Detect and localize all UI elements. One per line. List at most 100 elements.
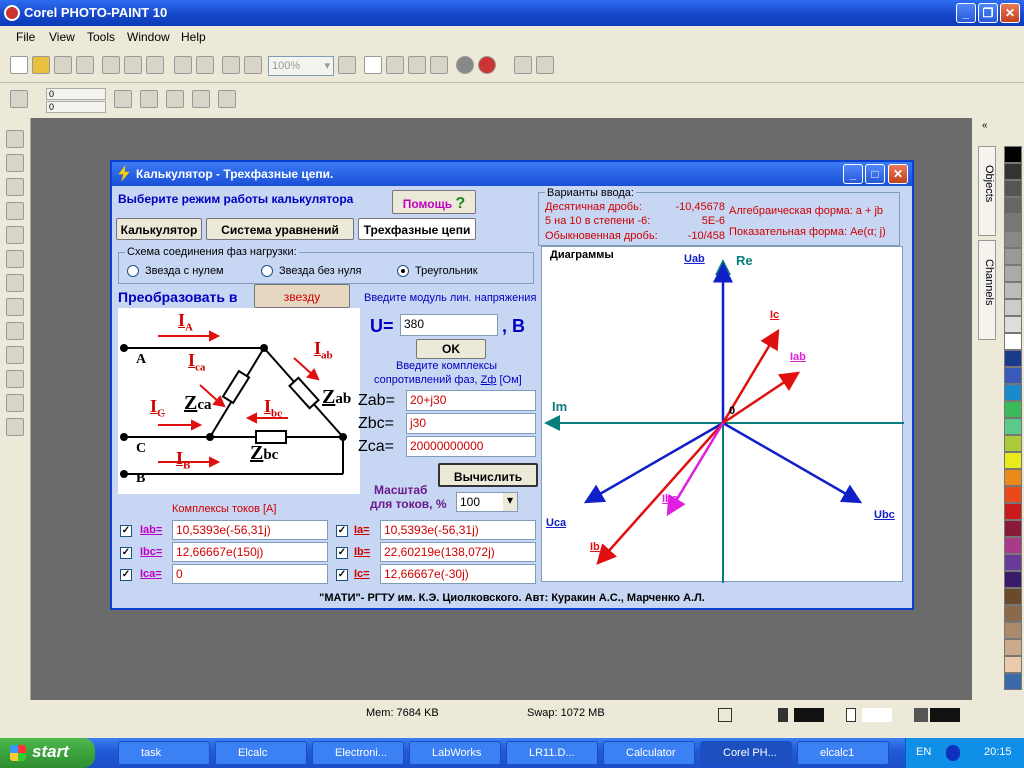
palette-swatch[interactable] [1004, 384, 1022, 401]
voltage-input[interactable]: 380 [400, 314, 498, 336]
task-labworks[interactable]: LabWorks [409, 741, 501, 765]
iab-label[interactable]: Iab= [140, 524, 162, 536]
tools-icon[interactable] [514, 56, 532, 74]
text-tool-icon[interactable] [6, 322, 24, 340]
pos-x-field[interactable]: 0 [46, 88, 106, 100]
docker-collapse-icon[interactable]: « [982, 120, 988, 131]
dialog-minimize-button[interactable]: _ [843, 164, 863, 184]
palette-swatch[interactable] [1004, 571, 1022, 588]
print-icon[interactable] [76, 56, 94, 74]
ok-button[interactable]: OK [416, 339, 486, 359]
scale-select[interactable]: 100 ▾ [456, 492, 518, 512]
import-icon[interactable] [222, 56, 240, 74]
save-icon[interactable] [54, 56, 72, 74]
palette-swatch[interactable] [1004, 146, 1022, 163]
undo-icon[interactable] [174, 56, 192, 74]
ic-label[interactable]: Ic= [354, 568, 370, 580]
crop-tool-icon[interactable] [6, 202, 24, 220]
palette-swatch[interactable] [1004, 282, 1022, 299]
palette-swatch[interactable] [1004, 673, 1022, 690]
effect-tool-icon[interactable] [6, 394, 24, 412]
palette-swatch[interactable] [1004, 316, 1022, 333]
palette-swatch[interactable] [1004, 197, 1022, 214]
skew-icon[interactable] [140, 90, 158, 108]
palette-swatch[interactable] [1004, 231, 1022, 248]
palette-swatch[interactable] [1004, 503, 1022, 520]
task-electroni[interactable]: Electroni... [312, 741, 404, 765]
menu-help[interactable]: Help [181, 30, 206, 44]
palette-swatch[interactable] [1004, 418, 1022, 435]
radio-star-no-neutral[interactable] [261, 265, 273, 277]
convert-button[interactable]: звезду [254, 284, 350, 308]
zab-input[interactable]: 20+j30 [406, 390, 536, 411]
menu-file[interactable]: File [16, 30, 35, 44]
mask-magic-icon[interactable] [408, 56, 426, 74]
clone-tool-icon[interactable] [6, 418, 24, 436]
cut-icon[interactable] [102, 56, 120, 74]
task-calculator[interactable]: Calculator [603, 741, 695, 765]
fill-tool-icon[interactable] [6, 346, 24, 364]
new-icon[interactable] [10, 56, 28, 74]
ia-label[interactable]: Ia= [354, 524, 370, 536]
close-button[interactable]: ✕ [1000, 3, 1020, 23]
palette-swatch[interactable] [1004, 469, 1022, 486]
channels-tab[interactable]: Channels [978, 240, 996, 340]
distort-icon[interactable] [192, 90, 210, 108]
calculate-button[interactable]: Вычислить [438, 463, 538, 487]
dialog-maximize-button[interactable]: □ [865, 164, 885, 184]
checkbox-ib[interactable]: ✓ [336, 547, 348, 559]
zbc-input[interactable]: j30 [406, 413, 536, 434]
full-screen-icon[interactable] [338, 56, 356, 74]
menu-tools[interactable]: Tools [87, 30, 115, 44]
help-button[interactable]: Помощь ? [392, 190, 476, 214]
rotate-icon[interactable] [166, 90, 184, 108]
palette-swatch[interactable] [1004, 163, 1022, 180]
ica-label[interactable]: Ica= [140, 568, 162, 580]
tab-equation-system[interactable]: Система уравнений [206, 218, 354, 240]
lasso-tool-icon[interactable] [6, 178, 24, 196]
palette-swatch[interactable] [1004, 214, 1022, 231]
restore-button[interactable]: ❐ [978, 3, 998, 23]
palette-swatch[interactable] [1004, 486, 1022, 503]
checkbox-ia[interactable]: ✓ [336, 525, 348, 537]
palette-swatch[interactable] [1004, 537, 1022, 554]
dialog-close-button[interactable]: ✕ [888, 164, 908, 184]
palette-swatch[interactable] [1004, 435, 1022, 452]
palette-swatch[interactable] [1004, 248, 1022, 265]
minimize-button[interactable]: _ [956, 3, 976, 23]
language-indicator[interactable]: EN [916, 746, 931, 758]
checkbox-iab[interactable]: ✓ [120, 525, 132, 537]
whats-this-icon[interactable] [536, 56, 554, 74]
palette-swatch[interactable] [1004, 299, 1022, 316]
checkbox-ica[interactable]: ✓ [120, 569, 132, 581]
checkbox-ic[interactable]: ✓ [336, 569, 348, 581]
palette-swatch[interactable] [1004, 350, 1022, 367]
menu-window[interactable]: Window [127, 30, 170, 44]
mask-rect-icon[interactable] [364, 56, 382, 74]
task-elcalc[interactable]: Elcalc [215, 741, 307, 765]
ib-label[interactable]: Ib= [354, 546, 370, 558]
paint-tool-icon[interactable] [6, 370, 24, 388]
menu-view[interactable]: View [49, 30, 75, 44]
task-lr11[interactable]: LR11.D... [506, 741, 598, 765]
info-icon[interactable] [456, 56, 474, 74]
palette-swatch[interactable] [1004, 622, 1022, 639]
mask-dotted-icon[interactable] [386, 56, 404, 74]
pos-y-field[interactable]: 0 [46, 101, 106, 113]
task-elcalc1[interactable]: elcalc1 [797, 741, 889, 765]
start-button[interactable]: start [0, 738, 95, 768]
palette-swatch[interactable] [1004, 452, 1022, 469]
palette-swatch[interactable] [1004, 265, 1022, 282]
copy-icon[interactable] [124, 56, 142, 74]
bluetooth-icon[interactable] [946, 745, 960, 761]
move-icon[interactable] [10, 90, 28, 108]
rectangle-tool-icon[interactable] [6, 298, 24, 316]
objects-tab[interactable]: Objects [978, 146, 996, 236]
paste-icon[interactable] [146, 56, 164, 74]
pick-tool-icon[interactable] [6, 130, 24, 148]
open-icon[interactable] [32, 56, 50, 74]
ibc-label[interactable]: Ibc= [140, 546, 162, 558]
task-task[interactable]: task [118, 741, 210, 765]
radio-triangle[interactable] [397, 265, 409, 277]
checkbox-ibc[interactable]: ✓ [120, 547, 132, 559]
